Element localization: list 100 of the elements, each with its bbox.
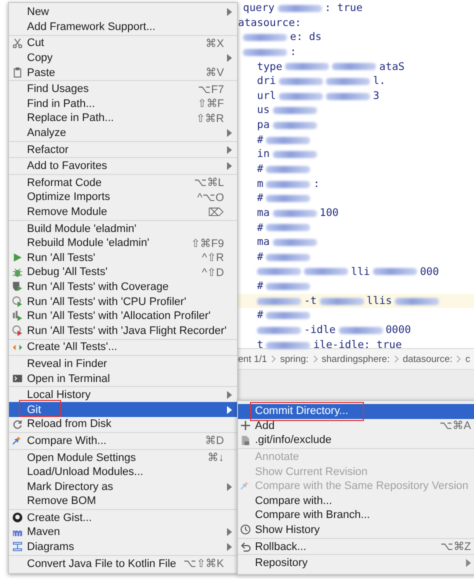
- breadcrumb[interactable]: c: [465, 354, 470, 364]
- shortcut-label: ⌥⇧⌘K: [184, 557, 224, 570]
- gauge-play-icon: [12, 296, 23, 307]
- menu-item[interactable]: Compare with Branch...: [238, 508, 474, 523]
- menu-item[interactable]: Show History: [238, 522, 474, 538]
- scissors-icon: [12, 38, 23, 49]
- shortcut-label: ⌥⌘L: [194, 176, 224, 190]
- menu-item[interactable]: Reload from Disk: [9, 417, 237, 432]
- code-text: l.: [372, 74, 386, 89]
- menu-item[interactable]: Remove BOM: [9, 494, 237, 509]
- menu-item[interactable]: Compare With... ⌘D: [9, 434, 237, 448]
- menu-item[interactable]: Replace in Path... ⇧⌘R: [9, 111, 237, 126]
- code-text: #: [257, 191, 264, 206]
- menu-item[interactable]: Mark Directory as: [9, 479, 237, 494]
- clock-icon: [240, 524, 251, 536]
- code-text: #: [257, 132, 264, 148]
- menu-item[interactable]: Add to Favorites: [9, 158, 237, 174]
- menu-item[interactable]: .git/info/exclude: [238, 433, 474, 448]
- blurred-text: [272, 239, 317, 246]
- menu-item[interactable]: Rollback... ⌥⌘Z: [238, 539, 474, 554]
- code-text: e: ds: [290, 30, 322, 45]
- code-text: #: [257, 162, 264, 177]
- menu-item[interactable]: Diagrams: [9, 540, 237, 554]
- blurred-text: [257, 268, 301, 276]
- menu-item[interactable]: Find in Path... ⇧⌘F: [9, 96, 237, 112]
- blurred-text: [372, 268, 417, 276]
- menu-item[interactable]: Add Framework Support...: [9, 20, 237, 34]
- shortcut-label: ⌥⌘Z: [440, 540, 471, 554]
- chevron-icon: [271, 355, 276, 363]
- code-text: #: [257, 279, 264, 294]
- menu-item[interactable]: Analyze: [9, 126, 237, 140]
- menu-item[interactable]: Remove Module ⌦: [9, 204, 237, 220]
- breadcrumb[interactable]: shardingsphere:: [322, 354, 390, 364]
- code-text: #: [257, 308, 264, 324]
- submenu-arrow-icon: [466, 559, 471, 568]
- code-text: -t: [304, 294, 317, 308]
- menu-item[interactable]: Run 'All Tests' with 'Allocation Profiler': [9, 308, 237, 324]
- shortcut-label: ⇧⌘F: [197, 97, 224, 110]
- blurred-text: [266, 166, 310, 173]
- blurred-text: [266, 282, 310, 290]
- blurred-text: [326, 78, 370, 86]
- code-text: :: [290, 44, 296, 60]
- blurred-text: [266, 312, 310, 320]
- shortcut-label: ^⇧R: [202, 251, 224, 264]
- code-text: m: [257, 176, 264, 192]
- blurred-text: [326, 92, 370, 100]
- breadcrumb[interactable]: ent 1/1: [238, 354, 268, 364]
- bug-icon: [12, 266, 23, 278]
- code-text: pa: [257, 118, 270, 133]
- blurred-text: [272, 107, 317, 114]
- code-text: url: [257, 88, 276, 104]
- blurred-text: [266, 224, 310, 232]
- menu-item[interactable]: Run 'All Tests' with 'Java Flight Recorder': [9, 323, 237, 338]
- menu-item[interactable]: Reformat Code ⌥⌘L: [9, 176, 237, 190]
- chevron-icon: [394, 355, 399, 363]
- menu-item[interactable]: Load/Unload Modules...: [9, 464, 237, 480]
- code-text: 0000: [386, 323, 411, 338]
- menu-item[interactable]: Create Gist...: [9, 510, 237, 526]
- bars-play-icon: [12, 310, 23, 322]
- menu-item[interactable]: Run 'All Tests' with 'CPU Profiler': [9, 294, 237, 309]
- menu-item[interactable]: Find Usages ⌥F7: [9, 82, 237, 97]
- menu-item[interactable]: Convert Java File to Kotlin File ⌥⇧⌘K: [9, 556, 237, 571]
- menu-item[interactable]: Git: [9, 402, 237, 418]
- menu-item[interactable]: Run 'All Tests' with Coverage: [9, 280, 237, 294]
- menu-item[interactable]: New: [9, 5, 237, 20]
- code-text: 100: [320, 206, 339, 221]
- menu-item[interactable]: Refactor: [9, 142, 237, 157]
- menu-item[interactable]: Compare with...: [238, 494, 474, 508]
- code-text: lli: [351, 264, 370, 280]
- menu-item[interactable]: Debug 'All Tests' ^⇧D: [9, 265, 237, 280]
- compare-arrows-icon: [12, 435, 23, 446]
- breadcrumb[interactable]: spring:: [280, 354, 309, 364]
- clipboard-icon: [12, 66, 23, 78]
- undo-icon: [240, 540, 251, 552]
- menu-item[interactable]: Repository: [238, 556, 474, 571]
- blurred-text: [304, 268, 348, 276]
- code-text: dri: [257, 74, 276, 89]
- menu-item[interactable]: Maven: [9, 525, 237, 540]
- code-text: ma: [257, 206, 270, 221]
- menu-item[interactable]: Open in Terminal: [9, 371, 237, 386]
- play-icon: [12, 252, 23, 263]
- menu-item[interactable]: Commit Directory...: [238, 404, 474, 419]
- menu-item[interactable]: Local History: [9, 388, 237, 402]
- shortcut-label: ⇧⌘R: [196, 112, 224, 125]
- menu-item[interactable]: Open Module Settings ⌘↓: [9, 450, 237, 465]
- menu-item[interactable]: Copy: [9, 50, 237, 66]
- menu-item[interactable]: Cut ⌘X: [9, 36, 237, 51]
- shortcut-label: ⌘X: [206, 36, 224, 50]
- menu-item[interactable]: Build Module 'eladmin': [9, 221, 237, 236]
- code-text: 000: [420, 264, 439, 280]
- chevron-icon: [312, 355, 318, 363]
- code-text: ataS: [379, 60, 405, 74]
- menu-item[interactable]: Reveal in Finder: [9, 356, 237, 372]
- menu-item[interactable]: Create 'All Tests'...: [9, 340, 237, 355]
- menu-item[interactable]: Add ⌥⌘A: [238, 418, 474, 434]
- breadcrumb[interactable]: datasource:: [402, 354, 452, 364]
- menu-item[interactable]: Rebuild Module 'eladmin' ⇧⌘F9: [9, 236, 237, 250]
- menu-item[interactable]: Run 'All Tests' ^⇧R: [9, 250, 237, 266]
- menu-item[interactable]: Paste ⌘V: [9, 65, 237, 80]
- menu-item[interactable]: Optimize Imports ^⌥O: [9, 190, 237, 205]
